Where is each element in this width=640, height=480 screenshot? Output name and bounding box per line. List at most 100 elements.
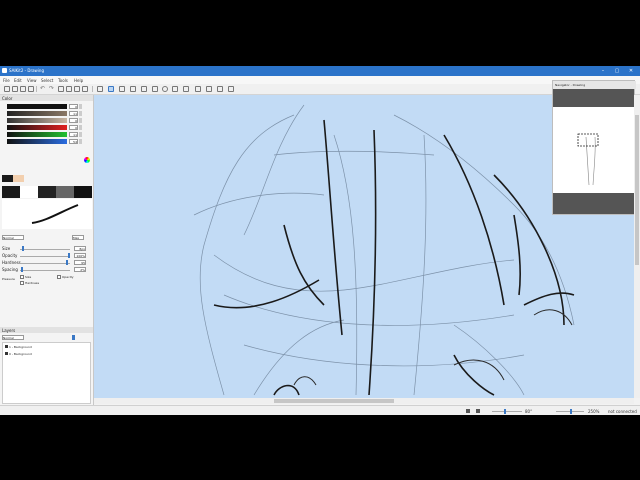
layer-opacity-thumb[interactable]: [72, 335, 75, 340]
blend-secondary-select[interactable]: Max: [72, 235, 84, 240]
hardness-slider[interactable]: [20, 263, 70, 264]
size-slider-thumb[interactable]: [22, 246, 24, 251]
resize-icon[interactable]: [82, 86, 88, 92]
horizontal-scrollbar[interactable]: [94, 398, 634, 404]
zoom-slider[interactable]: [492, 411, 522, 412]
pen-tool-icon[interactable]: [97, 86, 103, 92]
slider-value[interactable]: 54: [69, 139, 78, 144]
export-icon[interactable]: [28, 86, 34, 92]
hardness-value[interactable]: 95: [74, 260, 86, 265]
crop-icon[interactable]: [58, 86, 64, 92]
layer-item[interactable]: 1 - Background: [5, 345, 32, 349]
spacing-slider[interactable]: [20, 270, 70, 271]
background-color-swatch[interactable]: [13, 175, 24, 182]
reset-view-icon[interactable]: [476, 409, 480, 413]
brush-preset-4[interactable]: [56, 186, 74, 198]
airbrush-tool-icon[interactable]: [130, 86, 136, 92]
slider-value[interactable]: 0: [69, 118, 78, 123]
layer-item[interactable]: 0 - Background: [5, 352, 32, 356]
eyedropper-tool-icon[interactable]: [217, 86, 223, 92]
color-wheel-icon[interactable]: [84, 157, 90, 163]
slider-stepper[interactable]: [79, 111, 82, 116]
slider-value[interactable]: 0: [69, 125, 78, 130]
slider-track[interactable]: [7, 104, 67, 109]
brush-preset-1[interactable]: [2, 186, 20, 198]
spacing-slider-thumb[interactable]: [21, 267, 23, 272]
slider-track[interactable]: [7, 111, 67, 116]
slider-track[interactable]: [7, 132, 67, 137]
navigator-preview[interactable]: [553, 107, 634, 193]
color-slider-red[interactable]: 0: [3, 125, 91, 130]
slider-stepper[interactable]: [79, 132, 82, 137]
slider-value[interactable]: 11: [69, 132, 78, 137]
slider-track[interactable]: [7, 125, 67, 130]
pressure-size-checkbox[interactable]: [20, 275, 24, 279]
color-slider-2[interactable]: 11: [3, 111, 91, 116]
brush-tool-icon[interactable]: [108, 86, 114, 92]
slider-track[interactable]: [7, 139, 67, 144]
zoom-slider-thumb[interactable]: [504, 409, 506, 414]
redo-icon[interactable]: ↷: [49, 86, 55, 92]
select-tool-icon[interactable]: [206, 86, 212, 92]
rotation-slider-thumb[interactable]: [570, 409, 572, 414]
menu-help[interactable]: Help: [74, 78, 83, 83]
hand-tool-icon[interactable]: [228, 86, 234, 92]
vertical-scrollbar[interactable]: [634, 95, 640, 398]
hardness-slider-thumb[interactable]: [66, 260, 68, 265]
pressure-hardness-checkbox[interactable]: [20, 281, 24, 285]
color-slider-1[interactable]: 0: [3, 104, 91, 109]
color-slider-blue[interactable]: 54: [3, 139, 91, 144]
layer-visibility-icon[interactable]: [5, 345, 8, 348]
rectangle-tool-icon[interactable]: [152, 86, 158, 92]
brush-preset-5[interactable]: [74, 186, 92, 198]
minimize-button[interactable]: –: [596, 66, 610, 76]
move-tool-icon[interactable]: [195, 86, 201, 92]
maximize-button[interactable]: ▢: [610, 66, 624, 76]
horizontal-scroll-thumb[interactable]: [274, 399, 394, 403]
slider-stepper[interactable]: [79, 139, 82, 144]
opacity-slider-thumb[interactable]: [68, 253, 70, 258]
vertical-scroll-thumb[interactable]: [635, 115, 639, 265]
save-file-icon[interactable]: [20, 86, 26, 92]
close-button[interactable]: ✕: [624, 66, 638, 76]
brush-preset-3[interactable]: [38, 186, 56, 198]
line-tool-icon[interactable]: [141, 86, 147, 92]
undo-icon[interactable]: ↶: [40, 86, 46, 92]
brush-preset-2[interactable]: [20, 186, 38, 198]
slider-stepper[interactable]: [79, 118, 82, 123]
menu-view[interactable]: View: [27, 78, 37, 83]
color-slider-green[interactable]: 11: [3, 132, 91, 137]
fit-view-icon[interactable]: [466, 409, 470, 413]
size-value[interactable]: 8px: [74, 246, 86, 251]
eraser-tool-icon[interactable]: [183, 86, 189, 92]
rotate-icon[interactable]: [66, 86, 72, 92]
layer-visibility-icon[interactable]: [5, 352, 8, 355]
new-file-icon[interactable]: [4, 86, 10, 92]
foreground-color-swatch[interactable]: [2, 175, 13, 182]
opacity-slider[interactable]: [20, 256, 70, 257]
pencil-tool-icon[interactable]: [119, 86, 125, 92]
size-slider[interactable]: [20, 249, 70, 250]
slider-stepper[interactable]: [79, 125, 82, 130]
slider-value[interactable]: 0: [69, 104, 78, 109]
open-file-icon[interactable]: [12, 86, 18, 92]
flip-icon[interactable]: [74, 86, 80, 92]
color-slider-3[interactable]: 0: [3, 118, 91, 123]
menu-edit[interactable]: Edit: [14, 78, 22, 83]
opacity-value[interactable]: 100%: [74, 253, 86, 258]
slider-track[interactable]: [7, 118, 67, 123]
menu-file[interactable]: File: [3, 78, 10, 83]
menu-tools[interactable]: Tools: [58, 78, 68, 83]
spacing-value[interactable]: 2%: [74, 267, 86, 272]
blend-mode-select[interactable]: Normal: [2, 235, 24, 240]
layer-blend-select[interactable]: Normal: [2, 335, 24, 340]
pressure-opacity-checkbox[interactable]: [57, 275, 61, 279]
menu-select[interactable]: Select: [41, 78, 53, 83]
toolbar: ↶ ↷: [0, 84, 640, 95]
brush-stroke-preview: [2, 199, 92, 229]
navigator-top-shade: [553, 89, 634, 107]
ellipse-tool-icon[interactable]: [162, 86, 168, 92]
slider-value[interactable]: 11: [69, 111, 78, 116]
fill-tool-icon[interactable]: [172, 86, 178, 92]
slider-stepper[interactable]: [79, 104, 82, 109]
